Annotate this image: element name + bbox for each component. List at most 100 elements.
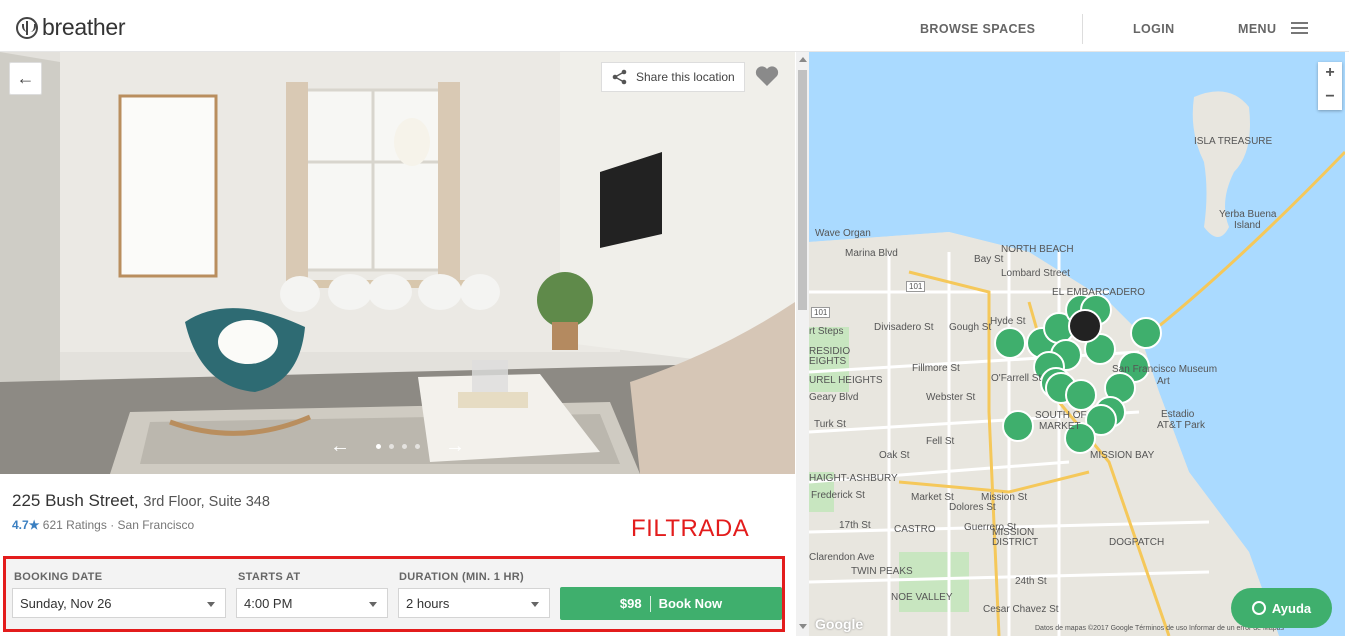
map-label-geary: Geary Blvd (809, 392, 859, 403)
map-label-gough: Gough St (949, 322, 992, 333)
price-label: $98 (619, 596, 642, 611)
map-label-frederick: Frederick St (811, 490, 865, 501)
map-label-bay-st: Bay St (974, 254, 1004, 265)
map-label-north-beach: NORTH BEACH (1001, 244, 1074, 255)
map-label-lombard: Lombard Street (1001, 268, 1070, 279)
duration-value: 2 hours (406, 596, 450, 611)
booking-date-value: Sunday, Nov 26 (20, 596, 112, 611)
map-panel[interactable]: ISLA TREASURE Yerba Buena Island Wave Or… (809, 52, 1345, 636)
zoom-out-button[interactable]: − (1318, 86, 1342, 110)
map-label-embarcadero: EL EMBARCADERO (1052, 287, 1145, 298)
map-label-turk: Turk St (814, 419, 846, 430)
tree-logo-icon (16, 16, 38, 39)
map-label-divisadero: Divisadero St (874, 322, 934, 333)
map-label-fell: Fell St (926, 436, 955, 447)
map-label-fillmore: Fillmore St (912, 363, 960, 374)
map-label-17th: 17th St (839, 520, 871, 531)
map-label-clarendon: Clarendon Ave (809, 552, 875, 563)
back-arrow-icon: ← (16, 68, 35, 88)
chevron-down-icon (369, 602, 377, 607)
login-link[interactable]: LOGIN (1133, 22, 1175, 36)
booking-date-select[interactable]: Sunday, Nov 26 (12, 588, 226, 618)
favorite-heart-icon[interactable] (754, 64, 780, 88)
site-header: breather BROWSE SPACES LOGIN MENU (0, 0, 1349, 52)
breather-logo[interactable]: breather (16, 14, 126, 41)
map-label-haight: HAIGHT-ASHBURY (809, 473, 898, 484)
map-label-noe-valley: NOE VALLEY (891, 592, 953, 603)
map-label-guerrero: Guerrero St (964, 522, 1017, 533)
map-label-yerba-buena-island: Island (1234, 220, 1261, 231)
carousel-dots (375, 443, 420, 449)
space-photo (0, 52, 795, 474)
next-photo-arrow-icon[interactable]: → (445, 435, 465, 458)
share-label: Share this location (636, 70, 735, 84)
google-logo: Google (815, 616, 864, 632)
map-label-24th: 24th St (1015, 576, 1047, 587)
map-label-south-of: SOUTH OF (1035, 410, 1087, 421)
map-label-att-park: AT&T Park (1157, 420, 1205, 431)
menu-button[interactable]: MENU (1238, 22, 1276, 36)
map-label-presidio-heights: EIGHTS (809, 356, 847, 367)
hamburger-icon[interactable] (1291, 22, 1308, 34)
meta-separator: · (110, 518, 115, 532)
carousel-dot[interactable] (375, 443, 381, 449)
share-location-button[interactable]: Share this location (601, 62, 745, 92)
annotation-label: FILTRADA (631, 515, 750, 542)
map-label-market: Market St (911, 492, 954, 503)
starts-at-select[interactable]: 4:00 PM (236, 588, 388, 618)
map-label-sfmoma-art: Art (1157, 376, 1170, 387)
scroll-down-icon[interactable] (799, 624, 807, 629)
chat-bubble-icon (1251, 601, 1266, 615)
map-label-ofarrell: O'Farrell St (991, 373, 1042, 384)
starts-at-value: 4:00 PM (244, 596, 293, 611)
back-button[interactable]: ← (9, 62, 42, 95)
map-label-marina: Marina Blvd (845, 248, 898, 259)
map-label-twin-peaks: TWIN PEAKS (851, 566, 913, 577)
map-label-oak: Oak St (879, 450, 910, 461)
rating-value: 4.7 (12, 518, 29, 532)
map-label-mission-district: DISTRICT (992, 537, 1039, 548)
highway-101-shield-icon: 101 (906, 281, 926, 292)
map-label-sfmoma: San Francisco Museum (1112, 364, 1218, 375)
listing-address: 225 Bush Street, (12, 491, 139, 510)
carousel-dot[interactable] (414, 443, 420, 449)
map-label-hyde: Hyde St (990, 316, 1026, 327)
map-zoom-control: + − (1318, 62, 1342, 110)
booking-date-label: BOOKING DATE (14, 571, 103, 583)
booking-bar: BOOKING DATE Sunday, Nov 26 STARTS AT 4:… (3, 556, 785, 632)
map-label-cesar-chavez: Cesar Chavez St (983, 604, 1059, 615)
map-label-mission-st: Mission St (981, 492, 1028, 503)
book-now-button[interactable]: $98 Book Now (560, 587, 782, 620)
carousel-dot[interactable] (388, 443, 394, 449)
carousel-dot[interactable] (401, 443, 407, 449)
ratings-count[interactable]: 621 Ratings (43, 518, 107, 532)
map-label-castro: CASTRO (894, 524, 936, 535)
listing-scrollbar[interactable] (796, 52, 809, 636)
listing-city: San Francisco (117, 518, 195, 532)
scroll-thumb[interactable] (798, 70, 807, 310)
map-label-laurel-heights: UREL HEIGHTS (809, 375, 883, 386)
listing-suite: 3rd Floor, Suite 348 (143, 494, 270, 510)
map-label-dolores: Dolores St (949, 502, 996, 513)
photo-carousel: ← → (330, 435, 465, 458)
button-divider (649, 595, 651, 612)
prev-photo-arrow-icon[interactable]: ← (330, 435, 350, 458)
share-icon (612, 69, 627, 85)
listing-meta: 4.7★ 621 Ratings · San Francisco (12, 518, 194, 532)
zoom-in-button[interactable]: + (1318, 62, 1342, 86)
logo-text: breather (42, 14, 126, 40)
map-label-steps: rt Steps (809, 326, 844, 337)
scroll-up-icon[interactable] (799, 57, 807, 62)
map-label-mission-bay: MISSION BAY (1090, 450, 1155, 461)
help-button[interactable]: Ayuda (1231, 588, 1332, 628)
help-label: Ayuda (1271, 600, 1312, 616)
map-label-estadio: Estadio (1161, 409, 1195, 420)
starts-at-label: STARTS AT (238, 571, 301, 583)
map-label-wave-organ: Wave Organ (815, 228, 871, 239)
duration-label: DURATION (MIN. 1 HR) (399, 571, 524, 583)
chevron-down-icon (531, 602, 539, 607)
listing-title: 225 Bush Street, 3rd Floor, Suite 348 (12, 491, 270, 511)
map-label-isla-treasure: ISLA TREASURE (1194, 136, 1273, 147)
browse-spaces-link[interactable]: BROWSE SPACES (920, 22, 1035, 36)
duration-select[interactable]: 2 hours (398, 588, 550, 618)
